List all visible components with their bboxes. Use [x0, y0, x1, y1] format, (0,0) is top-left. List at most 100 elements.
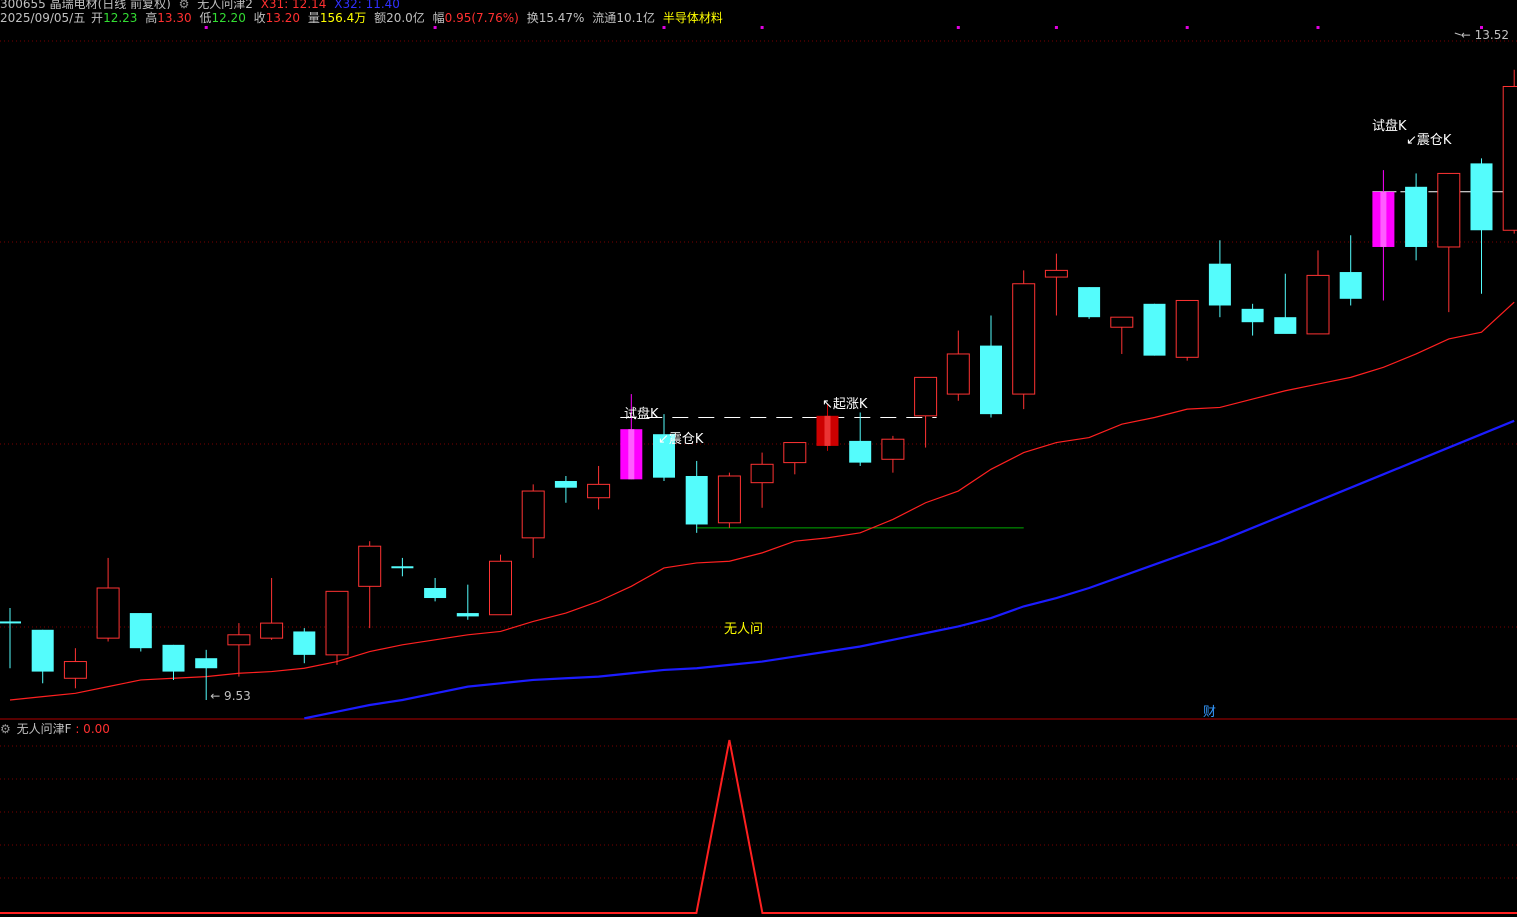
candle: [1502, 69, 1517, 234]
candle-body: [424, 587, 447, 599]
candle: [1306, 250, 1330, 335]
candle: [1470, 158, 1493, 294]
sub-indicator-line: [0, 739, 1517, 914]
candle: [1241, 303, 1264, 336]
candle: [1208, 240, 1231, 318]
candle-body: [96, 587, 120, 639]
candle: [1372, 170, 1395, 301]
top-marker: [760, 26, 764, 29]
candle: [1437, 172, 1461, 313]
candle-body: [554, 481, 577, 488]
candle-body: [946, 353, 970, 395]
candle-body: [1437, 172, 1461, 248]
annotation-label: 财: [1203, 705, 1216, 720]
candle: [1078, 287, 1101, 319]
candle: [260, 577, 284, 640]
candle: [1012, 270, 1036, 410]
top-marker: [204, 26, 208, 29]
candle: [63, 648, 87, 689]
candle-body: [456, 613, 479, 617]
candle-body: [717, 475, 741, 524]
candle-body: [227, 634, 251, 646]
candle-body: [293, 631, 316, 655]
candle-body: [1502, 85, 1517, 231]
candle-body: [685, 475, 708, 525]
annotation-label: ↖起涨K: [822, 397, 868, 412]
candle: [293, 628, 316, 664]
candle: [227, 623, 251, 677]
candle-body: [849, 440, 872, 463]
candle: [424, 577, 447, 602]
candle: [554, 475, 577, 503]
candle: [489, 554, 512, 616]
min-price-label: ← 9.53: [210, 689, 251, 703]
candle-body: [1078, 287, 1101, 318]
candle: [521, 484, 545, 558]
candle: [129, 613, 152, 652]
candle: [1339, 235, 1362, 306]
annotation-label: ↙震仓K: [1406, 133, 1452, 148]
top-marker: [1185, 26, 1189, 29]
candle-body: [1012, 283, 1036, 395]
candle: [1110, 316, 1134, 354]
candle: [980, 315, 1002, 418]
candle-body: [0, 621, 21, 624]
candle-body: [1208, 263, 1231, 306]
top-marker: [433, 26, 437, 29]
ma-long-line: [304, 419, 1515, 720]
candle-body: [1110, 316, 1134, 328]
top-marker: [662, 26, 666, 29]
candle: [1175, 299, 1199, 361]
candle: [717, 472, 741, 528]
max-price-label: ← 13.52: [1461, 28, 1509, 42]
candle-highlight: [628, 429, 635, 480]
candle-body: [783, 442, 807, 464]
candle-body: [750, 463, 774, 484]
candle: [750, 452, 774, 508]
candle-body: [881, 438, 905, 460]
candle: [1274, 273, 1297, 334]
candle: [325, 590, 349, 665]
candle: [914, 376, 938, 448]
annotation-label: 试盘K: [1372, 118, 1407, 134]
top-marker: [1054, 26, 1058, 29]
candle: [783, 442, 807, 475]
candle: [881, 435, 905, 473]
candle-body: [1405, 186, 1428, 247]
candle-highlight: [824, 415, 831, 446]
candle-body: [129, 613, 152, 649]
candle-body: [31, 629, 54, 672]
candle-body: [162, 644, 185, 672]
candle-body: [1339, 272, 1362, 299]
candle-body: [391, 566, 414, 569]
candle-body: [1306, 274, 1330, 335]
candle: [587, 465, 611, 510]
candle-body: [521, 490, 545, 539]
candlestick-chart[interactable]: ← 13.52← 9.53试盘K↙震仓K↖起涨K无人问试盘K↙震仓K财: [0, 0, 1517, 917]
candle-body: [358, 545, 382, 587]
candle: [685, 460, 708, 533]
candle-body: [980, 345, 1002, 415]
candle-body: [1143, 303, 1166, 356]
candle: [849, 412, 872, 466]
candle: [31, 629, 54, 684]
candle-body: [1274, 317, 1297, 334]
candle-body: [914, 376, 938, 417]
candle-body: [489, 560, 512, 616]
candle: [0, 608, 21, 669]
top-marker: [1316, 26, 1320, 29]
annotation-label: 试盘K: [624, 406, 659, 422]
candle-highlight: [1380, 191, 1387, 247]
candle: [1044, 253, 1068, 316]
candle: [653, 414, 675, 482]
candle: [1405, 173, 1428, 261]
candle-body: [325, 590, 349, 656]
candle: [96, 557, 120, 642]
annotation-label: 无人问: [724, 622, 763, 637]
candle-body: [587, 483, 611, 499]
top-marker: [956, 26, 960, 29]
candle: [946, 330, 970, 401]
candle-body: [260, 622, 284, 639]
candle: [1143, 303, 1166, 356]
candle-body: [1175, 299, 1199, 358]
